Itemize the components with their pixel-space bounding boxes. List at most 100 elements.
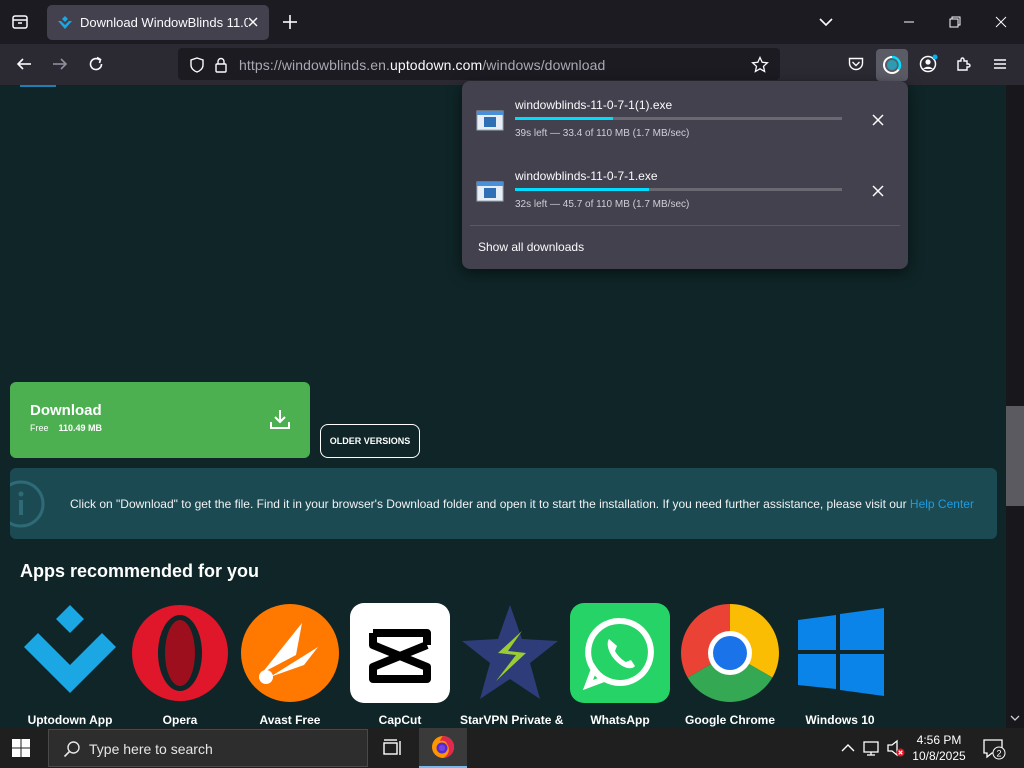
url-host: uptodown.com (390, 57, 483, 73)
url-path: /windows/download (482, 57, 606, 73)
notification-center-button[interactable]: 2 (982, 738, 1006, 760)
chevron-up-icon[interactable] (838, 738, 858, 758)
download-filename: windowblinds-11-0-7-1.exe (515, 169, 658, 183)
restore-button[interactable] (943, 10, 967, 34)
close-window-button[interactable] (989, 10, 1013, 34)
extensions-button[interactable] (952, 52, 976, 76)
file-size: 110.49 MB (58, 423, 103, 433)
volume-muted-icon[interactable] (885, 738, 905, 758)
account-icon (919, 54, 938, 73)
download-progress-icon (883, 55, 902, 74)
recommended-apps-row: Uptodown App Opera Avast Free CapCut Sta… (20, 603, 900, 728)
taskbar-search-box[interactable]: Type here to search (48, 729, 368, 767)
older-versions-button[interactable]: OLDER VERSIONS (320, 424, 420, 458)
app-card-opera[interactable]: Opera (130, 603, 230, 727)
restore-icon (949, 16, 961, 28)
app-label: Uptodown App (27, 713, 113, 727)
app-label: WhatsApp (590, 713, 650, 727)
clock-date: 10/8/2025 (912, 749, 966, 763)
download-status: 39s left — 33.4 of 110 MB (1.7 MB/sec) (515, 128, 690, 139)
app-label: Avast Free (259, 713, 321, 727)
url-prefix: https://windowblinds.en. (239, 57, 391, 73)
reload-icon (89, 56, 103, 71)
scrollbar-thumb[interactable] (1006, 406, 1024, 506)
tab-strip: Download WindowBlinds 11.0.7 (0, 0, 1024, 44)
search-placeholder: Type here to search (89, 741, 213, 757)
back-button[interactable] (12, 52, 36, 76)
url-text[interactable]: https://windowblinds.en.uptodown.com/win… (239, 57, 605, 73)
app-card-starvpn[interactable]: StarVPN Private & (460, 603, 564, 727)
forward-arrow-icon (53, 58, 68, 70)
download-item[interactable]: windowblinds-11-0-7-1.exe 32s left — 45.… (462, 152, 908, 212)
shield-icon[interactable] (188, 56, 206, 74)
downloads-button[interactable] (876, 49, 908, 81)
cancel-download-icon[interactable] (870, 112, 886, 128)
account-button[interactable] (916, 52, 940, 76)
minimize-button[interactable] (897, 10, 921, 34)
download-button-title: Download (30, 402, 102, 419)
download-filename: windowblinds-11-0-7-1(1).exe (515, 98, 673, 112)
recommended-heading: Apps recommended for you (20, 561, 260, 581)
windows-start-icon[interactable] (12, 739, 30, 757)
close-icon (995, 16, 1007, 28)
cancel-download-icon[interactable] (870, 183, 886, 199)
tab-title: Download WindowBlinds 11.0.7 (80, 15, 248, 30)
download-button[interactable]: Download Free 110.49 MB (10, 382, 310, 458)
forward-button[interactable] (48, 52, 72, 76)
download-item[interactable]: windowblinds-11-0-7-1(1).exe 39s left — … (462, 81, 908, 141)
notification-icon: 2 (983, 739, 1006, 760)
chrome-logo-icon (680, 603, 780, 703)
app-card-whatsapp[interactable]: WhatsApp (570, 603, 670, 727)
uptodown-logo-icon (20, 603, 120, 703)
tab-list-icon (12, 15, 28, 29)
menu-button[interactable] (988, 52, 1012, 76)
tab-active[interactable]: Download WindowBlinds 11.0.7 (47, 5, 269, 40)
app-label: CapCut (378, 713, 422, 727)
app-card-windows10[interactable]: Windows 10 (790, 603, 890, 727)
minimize-icon (904, 21, 914, 23)
info-text: Click on "Download" to get the file. Fin… (70, 497, 974, 511)
navigation-toolbar: https://windowblinds.en.uptodown.com/win… (0, 44, 1024, 85)
starvpn-logo-icon (460, 603, 560, 703)
clock-time: 4:56 PM (916, 733, 962, 747)
free-label: Free (30, 423, 49, 433)
firefox-taskbar-button[interactable] (419, 728, 467, 768)
back-arrow-icon (16, 58, 31, 70)
firefox-icon (432, 736, 454, 758)
pocket-icon (848, 57, 864, 71)
app-label: StarVPN Private & (460, 713, 564, 727)
download-status: 32s left — 45.7 of 110 MB (1.7 MB/sec) (515, 199, 690, 210)
pocket-button[interactable] (844, 52, 868, 76)
app-card-capcut[interactable]: CapCut (350, 603, 450, 727)
app-label: Windows 10 (805, 713, 875, 727)
app-card-chrome[interactable]: Google Chrome (680, 603, 780, 727)
lock-icon[interactable] (212, 56, 230, 74)
scroll-down-arrow-icon[interactable] (1010, 713, 1020, 723)
downloads-panel: windowblinds-11-0-7-1(1).exe 39s left — … (462, 81, 908, 269)
download-progress-bar (515, 188, 842, 191)
show-all-downloads-button[interactable]: Show all downloads (478, 240, 584, 254)
tab-close-icon[interactable] (245, 14, 261, 30)
task-view-icon[interactable] (382, 738, 402, 758)
star-bookmark-icon[interactable] (751, 56, 769, 74)
taskbar-clock[interactable]: 4:56 PM 10/8/2025 (906, 732, 972, 764)
avast-logo-icon (240, 603, 340, 703)
chevron-down-icon[interactable] (816, 12, 836, 32)
download-icon (270, 410, 290, 429)
help-center-link[interactable]: Help Center (910, 497, 974, 511)
app-card-uptodown[interactable]: Uptodown App (20, 603, 120, 727)
puzzle-piece-icon (957, 57, 971, 71)
search-icon (63, 741, 80, 758)
network-icon[interactable] (862, 738, 882, 758)
info-banner: Click on "Download" to get the file. Fin… (10, 468, 997, 539)
app-card-avast[interactable]: Avast Free (240, 603, 340, 727)
taskbar: Type here to search 4:56 PM 10/8/2025 2 (0, 728, 1024, 768)
list-all-tabs-button[interactable] (8, 10, 32, 34)
progress-fill (515, 117, 614, 120)
address-bar[interactable]: https://windowblinds.en.uptodown.com/win… (178, 48, 780, 80)
reload-button[interactable] (84, 52, 108, 76)
progress-fill (515, 188, 650, 191)
notification-count: 2 (996, 749, 1001, 759)
new-tab-icon[interactable] (280, 12, 300, 32)
info-icon (10, 480, 45, 528)
